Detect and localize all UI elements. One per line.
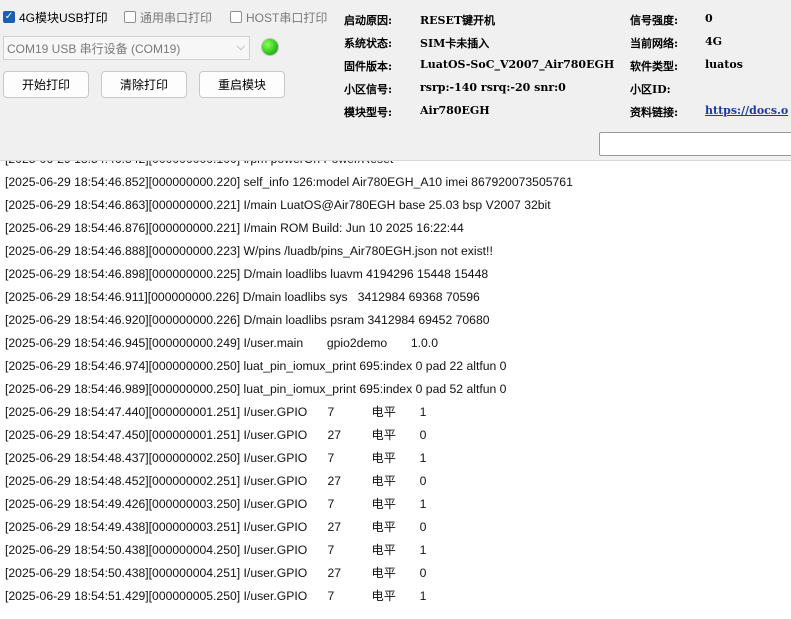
log-line: [2025-06-29 18:54:46.920][000000000.226]… [5,313,490,327]
signal-strength-label: 信号强度: [630,14,679,27]
checkmark-icon: ✓ [3,11,15,23]
log-line: [2025-06-29 18:54:46.863][000000000.221]… [5,198,551,212]
software-type-value: luatos [705,58,743,71]
usb-print-label: 4G模块USB打印 [19,10,108,25]
log-line: [2025-06-29 18:54:49.426][000000003.250]… [5,497,427,511]
log-line: [2025-06-29 18:54:50.438][000000004.251]… [5,566,427,580]
start-print-button[interactable]: 开始打印 [3,71,89,98]
log-line: [2025-06-29 18:54:49.438][000000003.251]… [5,520,427,534]
serial-print-label: 通用串口打印 [140,10,213,25]
checkbox-box-icon [124,11,136,23]
clear-print-button[interactable]: 清除打印 [101,71,187,98]
docs-link-label: 资料链接: [630,106,679,119]
firmware-value: LuatOS-SoC_V2007_Air780EGH [420,58,615,71]
port-select-value: COM19 USB 串行设备 (COM19) [7,41,181,56]
connection-status-led [262,39,278,55]
log-line: [2025-06-29 18:54:48.452][000000002.251]… [5,474,427,488]
log-line: [2025-06-29 18:54:47.450][000000001.251]… [5,428,427,442]
docs-link[interactable]: https://docs.o [705,104,791,117]
software-type-label: 软件类型: [630,60,679,73]
log-line: [2025-06-29 18:54:46.842][000000000.100]… [5,161,393,169]
cell-id-label: 小区ID: [630,83,671,96]
firmware-label: 固件版本: [344,60,393,73]
checkbox-box-icon [230,11,242,23]
host-serial-print-label: HOST串口打印 [246,10,328,25]
usb-print-checkbox[interactable]: ✓ 4G模块USB打印 [3,8,108,26]
boot-reason-value: RESET键开机 [420,14,496,27]
chevron-down-icon: ⌵ [236,41,245,53]
log-line: [2025-06-29 18:54:51.429][000000005.250]… [5,589,427,603]
network-label: 当前网络: [630,37,679,50]
log-line: [2025-06-29 18:54:46.989][000000000.250]… [5,382,507,396]
log-line: [2025-06-29 18:54:46.876][000000000.221]… [5,221,464,235]
cell-signal-label: 小区信号: [344,83,393,96]
log-line: [2025-06-29 18:54:46.911][000000000.226]… [5,290,480,304]
log-output[interactable]: [2025-06-29 18:54:46.842][000000000.100]… [0,160,791,619]
log-line: [2025-06-29 18:54:46.898][000000000.225]… [5,267,489,281]
host-serial-print-checkbox[interactable]: HOST串口打印 [230,8,327,26]
restart-module-button[interactable]: 重启模块 [199,71,285,98]
log-line: [2025-06-29 18:54:46.888][000000000.223]… [5,244,493,258]
cell-signal-value: rsrp:-140 rsrq:-20 snr:0 [420,81,566,94]
log-line: [2025-06-29 18:54:50.438][000000004.250]… [5,543,427,557]
network-value: 4G [705,35,723,48]
model-label: 模块型号: [344,106,393,119]
signal-strength-value: 0 [705,12,713,25]
log-line: [2025-06-29 18:54:46.852][000000000.220]… [5,175,573,189]
status-label: 系统状态: [344,37,393,50]
log-line: [2025-06-29 18:54:46.945][000000000.249]… [5,336,438,350]
boot-reason-label: 启动原因: [344,14,393,27]
port-select[interactable]: COM19 USB 串行设备 (COM19) ⌵ [3,36,250,60]
status-value: SIM卡未插入 [420,37,490,50]
command-input[interactable] [599,132,791,156]
log-line: [2025-06-29 18:54:46.974][000000000.250]… [5,359,507,373]
log-line: [2025-06-29 18:54:48.437][000000002.250]… [5,451,427,465]
log-line: [2025-06-29 18:54:47.440][000000001.251]… [5,405,427,419]
model-value: Air780EGH [420,104,490,117]
control-panel: ✓ 4G模块USB打印 通用串口打印 HOST串口打印 COM19 USB 串行… [0,0,791,160]
serial-print-checkbox[interactable]: 通用串口打印 [124,8,212,26]
